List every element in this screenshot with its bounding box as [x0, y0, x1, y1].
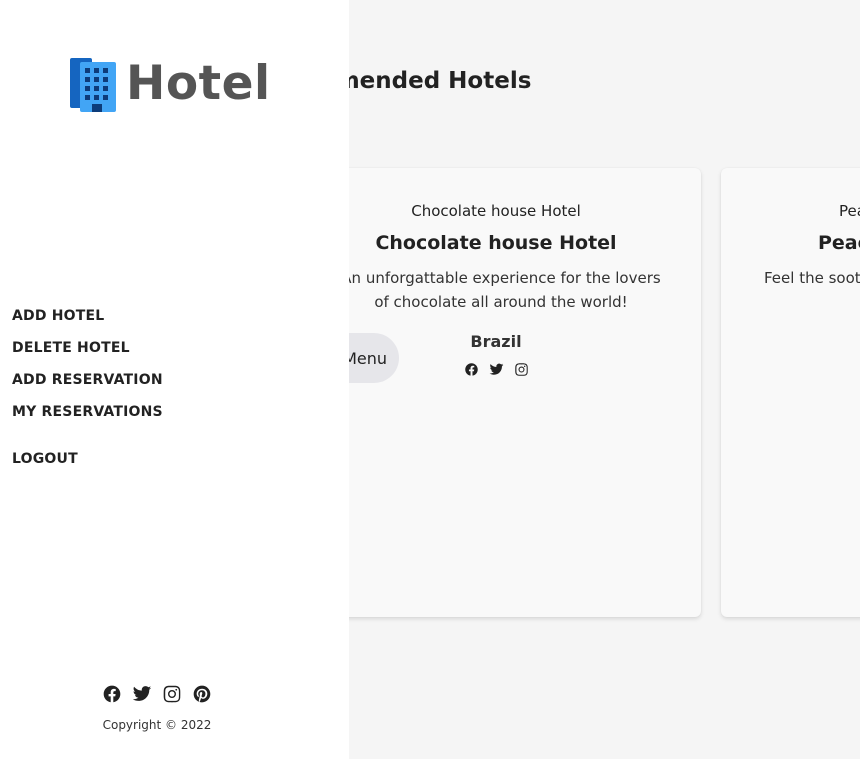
twitter-icon[interactable] — [132, 684, 152, 704]
sidebar-nav: ADD HOTEL DELETE HOTEL ADD RESERVATION M… — [12, 306, 163, 434]
hotel-card-description: An unforgattable experience for the love… — [341, 269, 661, 311]
facebook-icon[interactable] — [102, 684, 122, 704]
building-icon — [70, 58, 116, 112]
instagram-icon[interactable] — [162, 684, 182, 704]
hotel-card-location: Brazil — [470, 332, 522, 351]
sidebar: Hotel ADD HOTEL DELETE HOTEL ADD RESERVA… — [0, 0, 349, 759]
logo-text: Hotel — [126, 56, 271, 111]
app-page: Recommended Hotels Chocolate house Hotel… — [0, 0, 860, 759]
twitter-icon[interactable] — [489, 362, 504, 377]
instagram-icon[interactable] — [514, 362, 529, 377]
sidebar-item-delete-hotel[interactable]: DELETE HOTEL — [12, 338, 163, 370]
hotel-card-social — [291, 362, 701, 377]
hotel-card[interactable]: Pea Peac Feel the sooth relax — [721, 168, 860, 617]
hotel-card-title: Peac — [818, 232, 860, 254]
pinterest-icon[interactable] — [192, 684, 212, 704]
facebook-icon[interactable] — [464, 362, 479, 377]
hotel-card-subname: Chocolate house Hotel — [411, 202, 581, 220]
logout-link[interactable]: LOGOUT — [12, 449, 78, 469]
sidebar-item-add-reservation[interactable]: ADD RESERVATION — [12, 370, 163, 402]
hotel-card[interactable]: Chocolate house Hotel Chocolate house Ho… — [271, 168, 701, 617]
hotel-card-subname: Pea — [839, 202, 860, 220]
logo[interactable]: Hotel — [70, 56, 271, 112]
copyright-text: Copyright © 2022 — [102, 718, 212, 732]
sidebar-social — [102, 684, 212, 704]
hotel-card-title: Chocolate house Hotel — [375, 232, 617, 254]
sidebar-item-add-hotel[interactable]: ADD HOTEL — [12, 306, 163, 338]
sidebar-item-my-reservations[interactable]: MY RESERVATIONS — [12, 402, 163, 434]
hotel-card-description: Feel the sooth relax — [764, 269, 860, 287]
